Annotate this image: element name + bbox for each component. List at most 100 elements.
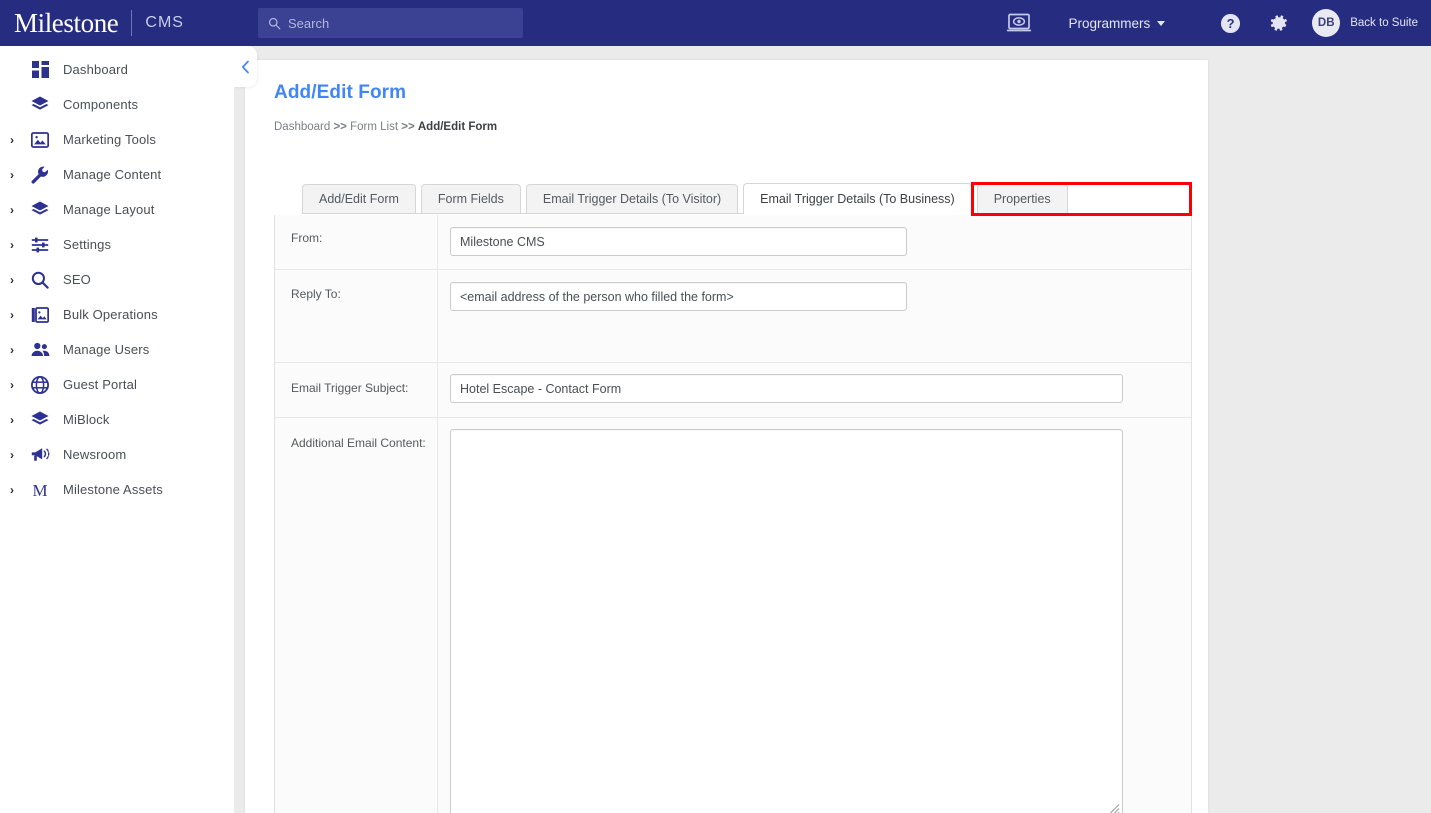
sidebar-collapse-button[interactable] <box>234 46 257 87</box>
tab-properties[interactable]: Properties <box>976 184 1068 213</box>
sidebar-item-milestone-assets[interactable]: › M Milestone Assets <box>0 472 234 507</box>
sidebar-item-label: Milestone Assets <box>63 482 163 497</box>
layers-icon <box>29 94 51 116</box>
top-header-bar: Milestone CMS Search Programmers ? DB Ba… <box>0 0 1431 46</box>
sidebar-item-settings[interactable]: › Settings <box>0 227 234 262</box>
field-label: Additional Email Content: <box>275 418 438 813</box>
email-trigger-subject-input[interactable]: Hotel Escape - Contact Form <box>450 374 1123 403</box>
sidebar-item-marketing-tools[interactable]: › Marketing Tools <box>0 122 234 157</box>
header-right-actions: Programmers ? DB Back to Suite <box>1006 0 1431 46</box>
resize-handle-icon[interactable] <box>1109 803 1120 813</box>
field-value-cell: <email address of the person who filled … <box>438 270 1191 362</box>
field-label: Reply To: <box>275 270 438 362</box>
svg-text:M: M <box>32 481 47 499</box>
tab-form-fields[interactable]: Form Fields <box>420 184 521 213</box>
layers-icon <box>29 199 51 221</box>
sidebar-item-label: Manage Users <box>63 342 150 357</box>
help-circle-icon[interactable]: ? <box>1220 13 1241 34</box>
letter-m-icon: M <box>29 479 51 501</box>
sidebar-item-manage-layout[interactable]: › Manage Layout <box>0 192 234 227</box>
magnifier-icon <box>29 269 51 291</box>
sidebar-item-label: Bulk Operations <box>63 307 158 322</box>
chevron-right-icon: › <box>10 132 14 147</box>
form-row-additional-email-content: Additional Email Content: <box>275 418 1191 813</box>
sidebar-item-manage-users[interactable]: › Manage Users <box>0 332 234 367</box>
sidebar-item-label: Components <box>63 97 139 112</box>
sidebar-item-label: MiBlock <box>63 412 110 427</box>
sidebar-item-manage-content[interactable]: › Manage Content <box>0 157 234 192</box>
tab-bar: Add/Edit Form Form Fields Email Trigger … <box>302 183 1192 214</box>
preview-monitor-icon[interactable] <box>1006 13 1032 33</box>
field-value-cell: Milestone CMS <box>438 215 1191 269</box>
wrench-icon <box>29 164 51 186</box>
chevron-right-icon: › <box>10 412 14 427</box>
brand-divider <box>131 10 133 36</box>
brand-suffix: CMS <box>145 14 184 31</box>
chevron-left-icon <box>241 60 249 73</box>
megaphone-icon <box>29 444 51 466</box>
sidebar-item-dashboard[interactable]: › Dashboard <box>0 52 234 87</box>
search-input[interactable]: Search <box>258 8 523 38</box>
sidebar-item-label: Guest Portal <box>63 377 138 392</box>
sidebar-item-label: Settings <box>63 237 112 252</box>
svg-text:?: ? <box>1227 16 1235 31</box>
tab-email-trigger-to-visitor[interactable]: Email Trigger Details (To Visitor) <box>525 184 739 213</box>
sidebar-item-label: Manage Layout <box>63 202 155 217</box>
field-label: From: <box>275 215 438 269</box>
form-row-reply-to: Reply To: <email address of the person w… <box>275 270 1191 363</box>
chevron-right-icon: › <box>10 342 14 357</box>
field-value-cell <box>438 418 1191 813</box>
sidebar-item-components[interactable]: › Components <box>0 87 234 122</box>
form-row-email-trigger-subject: Email Trigger Subject: Hotel Escape - Co… <box>275 363 1191 418</box>
form-row-from: From: Milestone CMS <box>275 215 1191 270</box>
chevron-right-icon: › <box>10 272 14 287</box>
sidebar-navigation: › Dashboard › Components › Marketing Too… <box>0 46 234 813</box>
sidebar-item-label: SEO <box>63 272 91 287</box>
main-content-panel: Add/Edit Form Dashboard >> Form List >> … <box>245 60 1208 813</box>
brand-logo-group[interactable]: Milestone CMS <box>0 7 184 38</box>
field-value-cell: Hotel Escape - Contact Form <box>438 363 1191 417</box>
breadcrumb-separator: >> <box>401 121 415 133</box>
breadcrumb-separator: >> <box>333 121 347 133</box>
account-label: Programmers <box>1068 15 1151 31</box>
search-placeholder-text: Search <box>288 15 330 31</box>
gallery-icon <box>29 304 51 326</box>
chevron-right-icon: › <box>10 202 14 217</box>
page-title: Add/Edit Form <box>274 82 407 103</box>
sidebar-item-label: Newsroom <box>63 447 127 462</box>
users-icon <box>29 339 51 361</box>
breadcrumb-item-form-list[interactable]: Form List <box>350 121 398 133</box>
sidebar-item-newsroom[interactable]: › Newsroom <box>0 437 234 472</box>
account-dropdown[interactable]: Programmers <box>1068 15 1166 31</box>
chevron-right-icon: › <box>10 237 14 252</box>
breadcrumb: Dashboard >> Form List >> Add/Edit Form <box>274 121 497 133</box>
image-icon <box>29 129 51 151</box>
breadcrumb-item-dashboard[interactable]: Dashboard <box>274 121 330 133</box>
from-input[interactable]: Milestone CMS <box>450 227 907 256</box>
email-trigger-form-table: From: Milestone CMS Reply To: <email add… <box>274 215 1192 813</box>
sidebar-item-miblock[interactable]: › MiBlock <box>0 402 234 437</box>
breadcrumb-item-current: Add/Edit Form <box>417 121 498 133</box>
tab-add-edit-form[interactable]: Add/Edit Form <box>302 184 416 213</box>
sidebar-item-seo[interactable]: › SEO <box>0 262 234 297</box>
chevron-right-icon: › <box>10 167 14 182</box>
brand-name: Milestone <box>14 7 119 38</box>
field-label: Email Trigger Subject: <box>275 363 438 417</box>
sliders-icon <box>29 234 51 256</box>
additional-email-content-textarea[interactable] <box>450 429 1123 813</box>
chevron-right-icon: › <box>10 482 14 497</box>
search-icon <box>268 17 281 29</box>
sidebar-item-label: Dashboard <box>63 62 128 77</box>
gear-icon[interactable] <box>1269 13 1289 33</box>
back-to-suite-link[interactable]: Back to Suite <box>1350 17 1418 29</box>
sidebar-item-bulk-operations[interactable]: › Bulk Operations <box>0 297 234 332</box>
tab-email-trigger-to-business[interactable]: Email Trigger Details (To Business) <box>743 183 972 214</box>
chevron-right-icon: › <box>10 447 14 462</box>
avatar-initials: DB <box>1317 17 1335 29</box>
avatar[interactable]: DB <box>1312 9 1341 37</box>
reply-to-input[interactable]: <email address of the person who filled … <box>450 282 907 311</box>
dashboard-grid-icon <box>29 59 51 81</box>
sidebar-item-guest-portal[interactable]: › Guest Portal <box>0 367 234 402</box>
chevron-down-icon <box>1157 20 1166 26</box>
chevron-right-icon: › <box>10 377 14 392</box>
